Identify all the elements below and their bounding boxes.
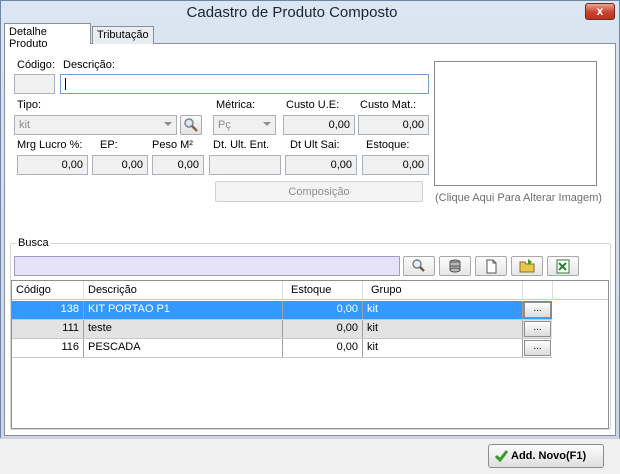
product-image-box[interactable] bbox=[434, 61, 597, 186]
peso-label: Peso M² bbox=[152, 139, 193, 151]
search-button[interactable] bbox=[403, 256, 435, 276]
row-action-button[interactable]: ... bbox=[524, 321, 551, 337]
document-icon bbox=[486, 259, 497, 274]
cell-estoque: 0,00 bbox=[283, 320, 363, 338]
mrg-lucro-label: Mrg Lucro %: bbox=[17, 139, 83, 151]
busca-label: Busca bbox=[17, 237, 50, 249]
image-hint-label[interactable]: (Clique Aqui Para Alterar Imagem) bbox=[435, 192, 602, 204]
tab-detalhe-produto[interactable]: Detalhe Produto bbox=[4, 23, 91, 50]
row-action-button[interactable]: ... bbox=[524, 302, 551, 318]
ep-label: EP: bbox=[100, 139, 118, 151]
custo-ue-label: Custo U.E: bbox=[286, 99, 340, 111]
codigo-field[interactable] bbox=[14, 74, 55, 94]
dt-ult-sai-field[interactable]: 0,00 bbox=[285, 155, 357, 175]
new-document-button[interactable] bbox=[475, 256, 507, 276]
add-new-label: Add. Novo(F1) bbox=[511, 450, 587, 462]
folder-icon bbox=[519, 259, 535, 273]
cell-estoque: 0,00 bbox=[283, 339, 363, 357]
dt-ult-ent-label: Dt. Ult. Ent. bbox=[213, 139, 270, 151]
cell-codigo: 116 bbox=[12, 339, 84, 357]
dt-ult-ent-field[interactable] bbox=[209, 155, 281, 175]
chevron-down-icon bbox=[263, 122, 271, 126]
composicao-button[interactable]: Composição bbox=[215, 181, 423, 202]
tipo-label: Tipo: bbox=[17, 99, 42, 111]
cell-estoque: 0,00 bbox=[283, 301, 363, 319]
col-header-codigo[interactable]: Código bbox=[12, 281, 84, 300]
busca-search-input[interactable] bbox=[14, 256, 400, 276]
col-header-grupo[interactable]: Grupo bbox=[363, 281, 523, 300]
add-new-button[interactable]: Add. Novo(F1) bbox=[488, 444, 604, 468]
text-caret bbox=[65, 78, 66, 91]
codigo-label: Código: bbox=[17, 59, 55, 71]
cell-codigo: 138 bbox=[12, 301, 84, 319]
descricao-input[interactable] bbox=[60, 74, 429, 94]
col-header-action bbox=[523, 281, 553, 300]
search-icon bbox=[184, 118, 198, 132]
row-action-button[interactable]: ... bbox=[524, 340, 551, 356]
cell-grupo: kit bbox=[363, 301, 523, 319]
estoque-field[interactable]: 0,00 bbox=[362, 155, 429, 175]
tipo-value: kit bbox=[19, 119, 30, 131]
table-row[interactable]: 138 KIT PORTAO P1 0,00 kit ... bbox=[12, 301, 552, 320]
cell-grupo: kit bbox=[363, 320, 523, 338]
window-title: Cadastro de Produto Composto bbox=[186, 4, 398, 21]
close-button[interactable]: x bbox=[585, 3, 615, 20]
cell-codigo: 111 bbox=[12, 320, 84, 338]
chevron-down-icon bbox=[164, 122, 172, 126]
excel-icon bbox=[556, 259, 570, 274]
cell-descricao: teste bbox=[84, 320, 283, 338]
tab-tributacao[interactable]: Tributação bbox=[92, 26, 154, 44]
descricao-label: Descrição: bbox=[63, 59, 115, 71]
cell-descricao: KIT PORTAO P1 bbox=[84, 301, 283, 319]
checkmark-icon bbox=[495, 450, 508, 462]
col-header-estoque[interactable]: Estoque bbox=[283, 281, 363, 300]
custo-mat-field[interactable]: 0,00 bbox=[358, 115, 429, 135]
peso-field[interactable]: 0,00 bbox=[152, 155, 204, 175]
col-header-descricao[interactable]: Descrição bbox=[84, 281, 283, 300]
results-grid: Código Descrição Estoque Grupo 138 KIT P… bbox=[11, 280, 609, 429]
cell-descricao: PESCADA bbox=[84, 339, 283, 357]
grid-header: Código Descrição Estoque Grupo bbox=[12, 281, 608, 300]
cell-grupo: kit bbox=[363, 339, 523, 357]
database-icon bbox=[449, 259, 461, 273]
metrica-value: Pç bbox=[218, 119, 231, 131]
table-row[interactable]: 111 teste 0,00 kit ... bbox=[12, 320, 552, 339]
database-button[interactable] bbox=[439, 256, 471, 276]
tipo-search-button[interactable] bbox=[180, 115, 202, 135]
export-excel-button[interactable] bbox=[547, 256, 579, 276]
open-folder-button[interactable] bbox=[511, 256, 543, 276]
tipo-select[interactable]: kit bbox=[14, 115, 177, 135]
metrica-label: Métrica: bbox=[216, 99, 256, 111]
dt-ult-sai-label: Dt Ult Sai: bbox=[290, 139, 340, 151]
metrica-select[interactable]: Pç bbox=[213, 115, 276, 135]
mrg-lucro-field[interactable]: 0,00 bbox=[17, 155, 88, 175]
estoque-label: Estoque: bbox=[366, 139, 410, 151]
search-icon bbox=[412, 259, 425, 272]
ep-field[interactable]: 0,00 bbox=[92, 155, 148, 175]
custo-mat-label: Custo Mat.: bbox=[360, 99, 417, 111]
table-row[interactable]: 116 PESCADA 0,00 kit ... bbox=[12, 339, 552, 358]
custo-ue-field[interactable]: 0,00 bbox=[283, 115, 355, 135]
